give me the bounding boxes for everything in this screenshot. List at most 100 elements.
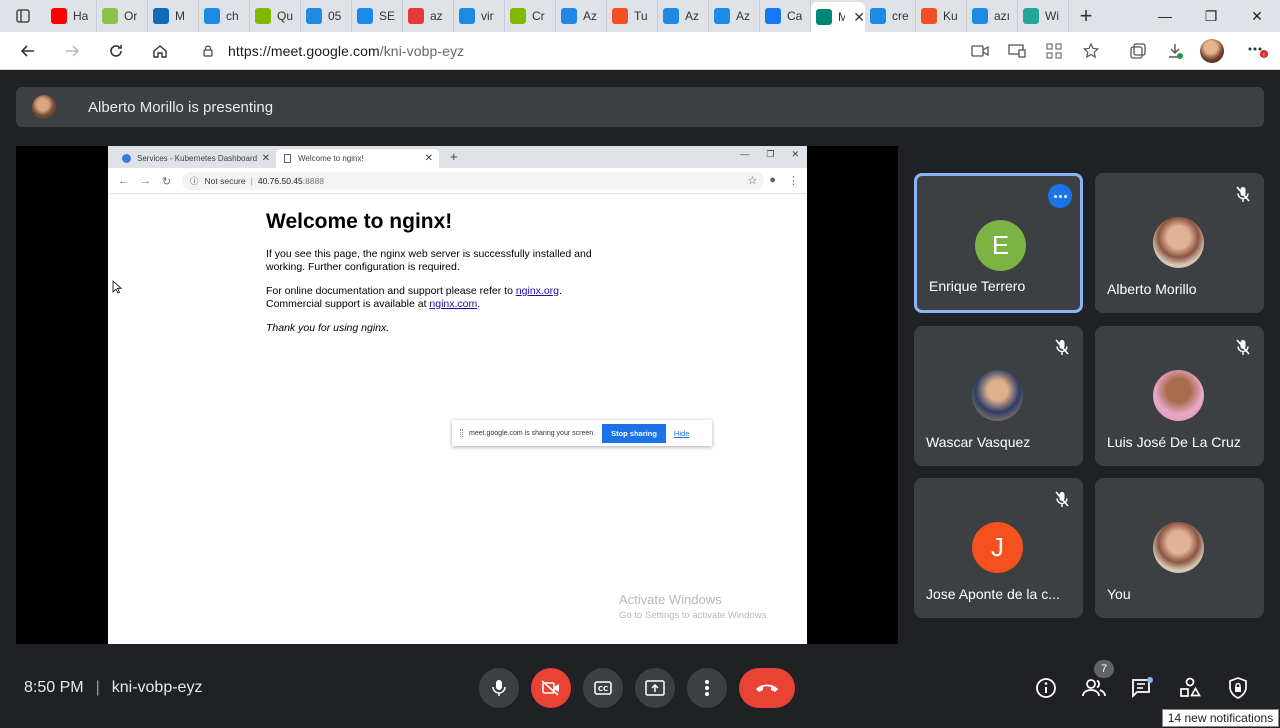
account-icon: ● bbox=[769, 174, 776, 186]
browser-tab[interactable]: Qu bbox=[250, 0, 301, 32]
apps-icon[interactable] bbox=[1035, 32, 1072, 70]
new-tab-button[interactable]: + bbox=[1069, 0, 1103, 32]
browser-tab[interactable]: SE bbox=[352, 0, 403, 32]
pdf-icon bbox=[408, 8, 424, 24]
close-window-button[interactable]: ✕ bbox=[1234, 0, 1280, 32]
bing-icon bbox=[972, 8, 988, 24]
collections-icon[interactable] bbox=[1119, 32, 1156, 70]
browser-tab[interactable]: Az bbox=[556, 0, 607, 32]
youtube-icon bbox=[51, 8, 67, 24]
chat-button[interactable] bbox=[1128, 674, 1156, 702]
mic-off-icon bbox=[1055, 339, 1069, 355]
captions-button[interactable]: CC bbox=[583, 668, 623, 708]
svg-text:CC: CC bbox=[598, 685, 608, 693]
leaf-icon bbox=[102, 8, 118, 24]
host-controls-button[interactable] bbox=[1224, 674, 1252, 702]
browser-tab[interactable]: 05 bbox=[301, 0, 352, 32]
browser-tab-label: Qu bbox=[277, 9, 294, 23]
browser-tab-label: az bbox=[430, 9, 443, 23]
camera-in-use-icon[interactable] bbox=[961, 32, 998, 70]
microphone-button[interactable] bbox=[479, 668, 519, 708]
browser-tab-label: Or bbox=[124, 9, 138, 23]
leave-call-button[interactable] bbox=[739, 668, 795, 708]
refresh-icon: ↻ bbox=[162, 176, 172, 188]
downloads-icon[interactable] bbox=[1156, 32, 1193, 70]
microsoft-icon bbox=[510, 8, 526, 24]
mic-off-icon bbox=[1236, 186, 1250, 202]
svg-text:!: ! bbox=[1263, 52, 1265, 59]
browser-tab[interactable]: vir bbox=[454, 0, 505, 32]
more-options-button[interactable] bbox=[687, 668, 727, 708]
browser-toolbar: https://meet.google.com/kni-vobp-eyz ! bbox=[0, 32, 1280, 70]
browser-tab[interactable]: M bbox=[148, 0, 199, 32]
home-button[interactable] bbox=[138, 32, 182, 70]
add-favorite-icon[interactable] bbox=[1072, 32, 1109, 70]
kubernetes-icon bbox=[122, 154, 131, 163]
participant-tile[interactable]: J Jose Aponte de la c... bbox=[914, 478, 1083, 618]
bing-icon bbox=[459, 8, 475, 24]
stop-sharing-button: Stop sharing bbox=[602, 423, 666, 443]
browser-tab[interactable]: Ca bbox=[760, 0, 811, 32]
back-button[interactable] bbox=[6, 32, 50, 70]
browser-tab[interactable]: Wi bbox=[1018, 0, 1069, 32]
browser-tab[interactable]: Cr bbox=[505, 0, 556, 32]
meeting-code: kni-vobp-eyz bbox=[111, 679, 203, 696]
meeting-details-button[interactable] bbox=[1032, 674, 1060, 702]
shared-toolbar-right: ☆ ● ⋮ bbox=[747, 174, 799, 187]
profile-avatar[interactable] bbox=[1193, 32, 1230, 70]
present-icon bbox=[645, 680, 665, 696]
screen-cast-icon[interactable] bbox=[998, 32, 1035, 70]
star-icon: ☆ bbox=[747, 175, 758, 187]
participant-tile[interactable]: Luis José De La Cruz bbox=[1095, 326, 1264, 466]
close-tab-icon[interactable]: ✕ bbox=[853, 9, 865, 26]
participant-photo-avatar bbox=[1153, 217, 1204, 268]
facebook-icon bbox=[765, 8, 781, 24]
more-options-icon[interactable] bbox=[1048, 184, 1072, 208]
sharing-notice: meet.google.com is sharing your screen. … bbox=[452, 420, 712, 446]
presenting-banner: Alberto Morillo is presenting bbox=[16, 87, 1264, 127]
lock-icon[interactable] bbox=[188, 44, 228, 58]
forward-button[interactable] bbox=[50, 32, 94, 70]
participant-tile[interactable]: E Enrique Terrero bbox=[914, 173, 1083, 313]
shared-omnibox: ⓘ Not secure | 40.76.50.45:8888 bbox=[182, 172, 764, 190]
camera-off-icon bbox=[541, 680, 559, 696]
browser-tab[interactable]: Tu bbox=[607, 0, 658, 32]
minimize-button[interactable]: — bbox=[1142, 0, 1188, 32]
restore-button[interactable]: ❐ bbox=[1188, 0, 1234, 32]
people-button[interactable] bbox=[1080, 674, 1108, 702]
presentation-stage[interactable]: Services - Kubernetes Dashboard ✕ Welcome… bbox=[16, 146, 898, 644]
browser-tab[interactable]: ch bbox=[199, 0, 250, 32]
browser-tab[interactable]: Or bbox=[97, 0, 148, 32]
address-bar[interactable]: https://meet.google.com/kni-vobp-eyz bbox=[188, 36, 1084, 66]
tab-actions-icon[interactable] bbox=[0, 0, 46, 32]
participant-tile[interactable]: Wascar Vasquez bbox=[914, 326, 1083, 466]
chat-icon bbox=[1132, 677, 1153, 699]
participant-tile[interactable]: You bbox=[1095, 478, 1264, 618]
browser-tab[interactable]: azı bbox=[967, 0, 1018, 32]
participant-name: Jose Aponte de la c... bbox=[926, 586, 1060, 602]
bing-icon bbox=[870, 8, 886, 24]
forward-arrow-icon: → bbox=[140, 175, 151, 187]
settings-more-icon[interactable]: ! bbox=[1236, 32, 1280, 70]
participant-name: Luis José De La Cruz bbox=[1107, 434, 1241, 450]
present-screen-button[interactable] bbox=[635, 668, 675, 708]
refresh-button[interactable] bbox=[94, 32, 138, 70]
nginx-paragraph-2: For online documentation and support ple… bbox=[266, 285, 562, 310]
participant-tile[interactable]: Alberto Morillo bbox=[1095, 173, 1264, 313]
activities-button[interactable] bbox=[1176, 674, 1204, 702]
url-text[interactable]: https://meet.google.com/kni-vobp-eyz bbox=[228, 43, 464, 59]
drag-handle-icon bbox=[460, 429, 463, 437]
browser-tab[interactable]: Az bbox=[658, 0, 709, 32]
browser-tab[interactable]: cre bbox=[865, 0, 916, 32]
browser-tab[interactable]: Me ✕ bbox=[811, 2, 865, 32]
shared-screen: Services - Kubernetes Dashboard ✕ Welcome… bbox=[108, 146, 807, 644]
nginx-thanks: Thank you for using nginx. bbox=[266, 322, 390, 334]
browser-tab[interactable]: az bbox=[403, 0, 454, 32]
bing-icon bbox=[663, 8, 679, 24]
browser-tab[interactable]: Ku bbox=[916, 0, 967, 32]
nginx-paragraph-1: If you see this page, the nginx web serv… bbox=[266, 248, 592, 273]
browser-tab[interactable]: Az bbox=[709, 0, 760, 32]
browser-tab[interactable]: Ha bbox=[46, 0, 97, 32]
camera-off-button[interactable] bbox=[531, 668, 571, 708]
bing-icon bbox=[714, 8, 730, 24]
